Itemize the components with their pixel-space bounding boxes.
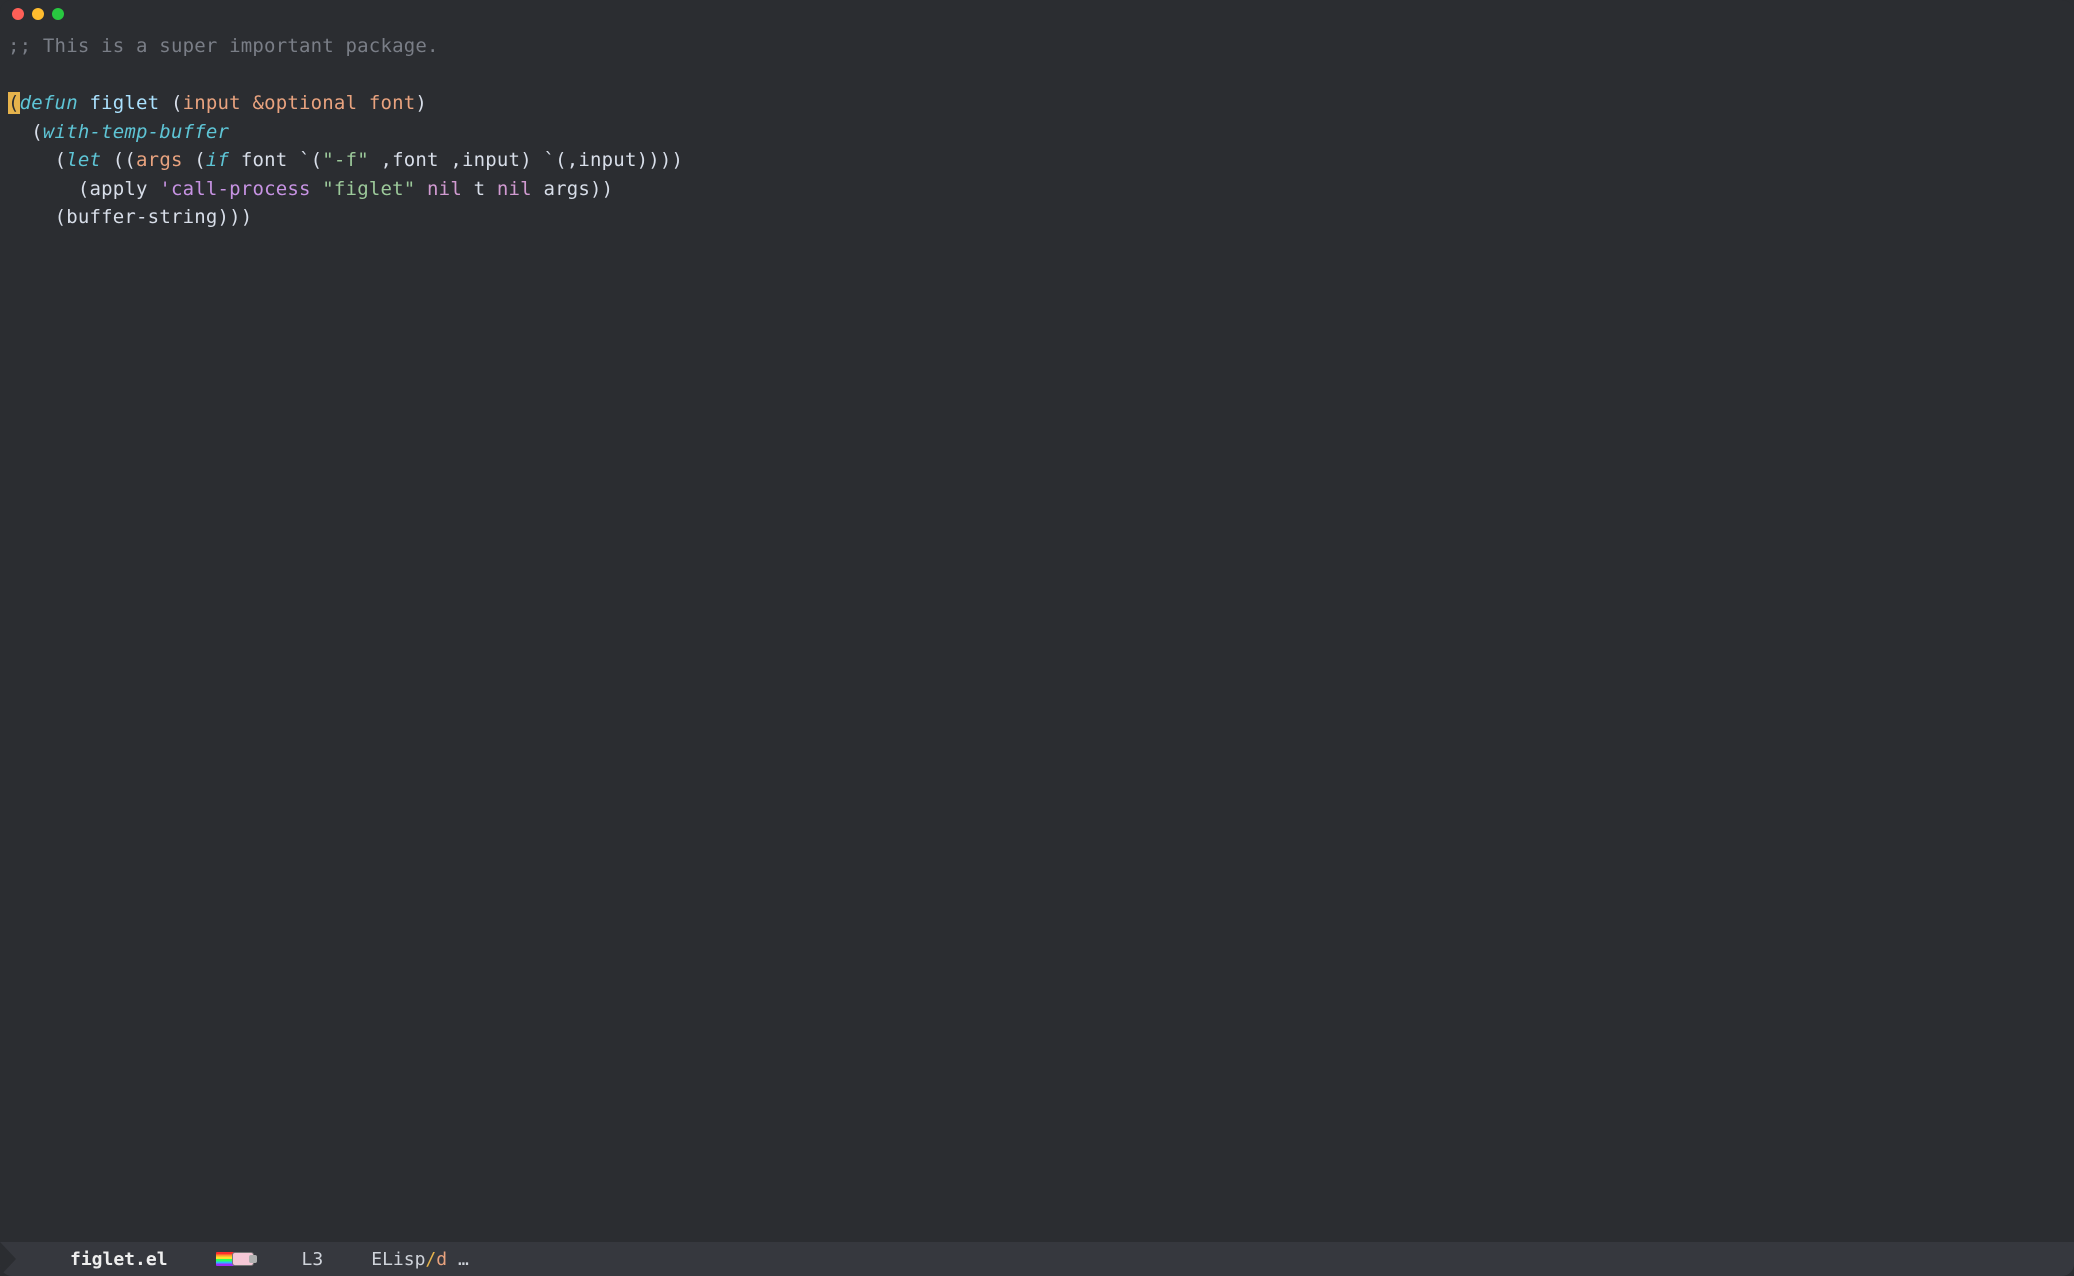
titlebar <box>0 0 2074 28</box>
space <box>148 178 160 200</box>
code-editor[interactable]: ;; This is a super important package. (d… <box>0 28 2074 1242</box>
paren: )) <box>590 178 613 200</box>
modeline-submode: d <box>436 1249 447 1270</box>
modeline-chevron-icon <box>0 1242 16 1276</box>
window-minimize-button[interactable] <box>32 8 44 20</box>
cursor-paren: ( <box>8 92 20 114</box>
space <box>532 149 544 171</box>
indent <box>8 149 55 171</box>
modeline-major-mode: ELisp <box>371 1249 425 1270</box>
paren: (( <box>113 149 136 171</box>
indent <box>8 121 31 143</box>
quoted-call-process: 'call-process <box>159 178 310 200</box>
modeline-ellipsis: … <box>447 1249 469 1270</box>
modeline: figlet.el L3 ELisp/d … <box>0 1242 2074 1276</box>
window-close-button[interactable] <box>12 8 24 20</box>
t: t <box>474 178 486 200</box>
paren: ( <box>194 149 206 171</box>
space <box>311 178 323 200</box>
string-figlet: "figlet" <box>322 178 415 200</box>
indent <box>8 206 55 228</box>
nil2: nil <box>497 178 532 200</box>
function-name: figlet <box>89 92 159 114</box>
space <box>101 149 113 171</box>
keyword-optional: &optional <box>252 92 357 114</box>
space <box>357 92 369 114</box>
unquote-input2: ,input <box>567 149 637 171</box>
editor-window: ;; This is a super important package. (d… <box>0 0 2074 1276</box>
space <box>78 92 90 114</box>
space <box>439 149 451 171</box>
nyan-cat-icon <box>216 1252 254 1266</box>
space <box>369 149 381 171</box>
unquote-font: ,font <box>381 149 439 171</box>
window-zoom-button[interactable] <box>52 8 64 20</box>
args-ref: args <box>543 178 590 200</box>
keyword-if: if <box>206 149 229 171</box>
space <box>287 149 299 171</box>
nil1: nil <box>427 178 462 200</box>
var-args: args <box>136 149 183 171</box>
with-temp-buffer: with-temp-buffer <box>43 121 229 143</box>
buffer-string: buffer-string <box>66 206 217 228</box>
var-font: font <box>241 149 288 171</box>
param-font: font <box>369 92 416 114</box>
indent <box>8 178 78 200</box>
modeline-mode: ELisp/d … <box>371 1246 469 1273</box>
space <box>532 178 544 200</box>
string-flag-f: "-f" <box>322 149 369 171</box>
paren: ( <box>31 121 43 143</box>
paren: ))) <box>218 206 253 228</box>
paren: ) <box>415 92 427 114</box>
backquote: `( <box>543 149 566 171</box>
keyword-let: let <box>66 149 101 171</box>
space <box>462 178 474 200</box>
paren: ) <box>520 149 532 171</box>
nyan-body-icon <box>232 1252 254 1266</box>
paren: ( <box>171 92 183 114</box>
nyan-rainbow-icon <box>216 1252 234 1266</box>
unquote-input: ,input <box>450 149 520 171</box>
paren: ( <box>55 206 67 228</box>
code-comment: ;; This is a super important package. <box>8 35 439 57</box>
paren: ( <box>78 178 90 200</box>
param-input: input <box>183 92 241 114</box>
space <box>485 178 497 200</box>
space <box>229 149 241 171</box>
space <box>159 92 171 114</box>
paren: ( <box>55 149 67 171</box>
paren: )))) <box>637 149 684 171</box>
modeline-separator: / <box>425 1249 436 1270</box>
backquote: `( <box>299 149 322 171</box>
keyword-defun: defun <box>20 92 78 114</box>
space <box>415 178 427 200</box>
modeline-filename[interactable]: figlet.el <box>70 1246 168 1273</box>
space <box>241 92 253 114</box>
modeline-line-number: L3 <box>302 1246 324 1273</box>
space <box>183 149 195 171</box>
apply: apply <box>89 178 147 200</box>
